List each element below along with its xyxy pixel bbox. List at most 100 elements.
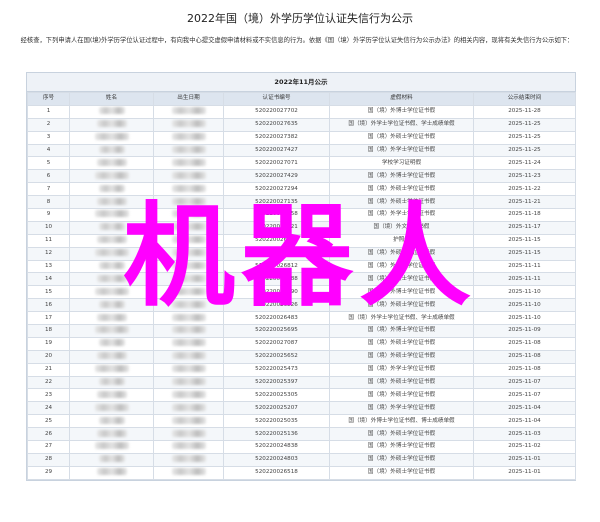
cell-false-material: 国（境）外博士学位证书假、博士成绩单假 [329, 414, 474, 429]
table-row: 3 520220027382 国（境）外硕士学位证书假 2025-11-25 [27, 130, 576, 145]
redacted-value [171, 133, 206, 141]
cell-index: 7 [27, 182, 70, 197]
redacted-value [171, 158, 206, 166]
cell-index: 10 [27, 220, 70, 235]
cell-index: 23 [27, 388, 70, 403]
cell-birth-date-redacted [153, 362, 224, 377]
redacted-value [171, 171, 206, 179]
cell-birth-date-redacted [153, 388, 224, 403]
cell-end-date: 2025-11-07 [473, 388, 576, 403]
cell-name-redacted [69, 362, 154, 377]
cell-index: 19 [27, 336, 70, 351]
cell-end-date: 2025-11-08 [473, 362, 576, 377]
cell-birth-date-redacted [153, 130, 224, 145]
redacted-value [96, 120, 127, 128]
cell-false-material: 国（境）外硕士学位证书假 [329, 349, 474, 364]
cell-name-redacted [69, 375, 154, 390]
cell-name-redacted [69, 156, 154, 171]
cell-cert-number: 520220025397 [223, 375, 330, 390]
cell-birth-date-redacted [153, 117, 224, 132]
cell-false-material: 国（境）外硕士学位证书假 [329, 465, 474, 480]
cell-birth-date-redacted [153, 427, 224, 442]
cell-cert-number: 520220026518 [223, 465, 330, 480]
table-row: 25 520220025035 国（境）外博士学位证书假、博士成绩单假 2025-11… [27, 414, 576, 429]
table-row: 19 520220027087 国（境）外硕士学位证书假 2025-11-08 [27, 336, 576, 351]
cell-name-redacted [69, 427, 154, 442]
cell-end-date: 2025-11-23 [473, 169, 576, 184]
redacted-value [171, 429, 206, 437]
cell-end-date: 2025-11-04 [473, 401, 576, 416]
cell-index: 6 [27, 169, 70, 184]
cell-birth-date-redacted [153, 104, 224, 119]
redacted-value [171, 146, 206, 153]
redacted-value [98, 378, 125, 386]
cell-end-date: 2025-11-04 [473, 414, 576, 429]
cell-name-redacted [69, 130, 154, 145]
watermark-overlay: 机器人 [123, 192, 477, 322]
cell-end-date: 2025-11-25 [473, 130, 576, 145]
cell-end-date: 2025-11-01 [473, 452, 576, 467]
cell-index: 28 [27, 452, 70, 467]
cell-index: 20 [27, 349, 70, 364]
cell-index: 17 [27, 311, 70, 326]
redacted-value [98, 455, 125, 463]
page-title: 2022年国（境）外学历学位认证失信行为公示 [187, 12, 413, 25]
redacted-value [96, 352, 127, 360]
header-index: 序号 [27, 92, 70, 106]
cell-birth-date-redacted [153, 143, 224, 158]
cell-cert-number: 520220027429 [223, 169, 330, 184]
cell-index: 21 [27, 362, 70, 377]
cell-name-redacted [69, 336, 154, 351]
cell-cert-number: 520220027427 [223, 143, 330, 158]
header-birth-date: 出生日期 [153, 92, 224, 106]
redacted-value [98, 339, 125, 347]
table-row: 23 520220025305 国（境）外硕士学位证书假 2025-11-07 [27, 388, 576, 403]
cell-cert-number: 520220025035 [223, 414, 330, 429]
redacted-value [96, 468, 127, 476]
table-header-row: 序号 姓名 出生日期 认证书编号 虚假材料 公示结束时间 [27, 92, 576, 106]
cell-cert-number: 520220025207 [223, 401, 330, 416]
cell-cert-number: 520220027702 [223, 104, 330, 119]
cell-end-date: 2025-11-08 [473, 336, 576, 351]
cell-birth-date-redacted [153, 156, 224, 171]
cell-false-material: 国（境）外硕士学位证书假 [329, 375, 474, 390]
cell-cert-number: 520220025305 [223, 388, 330, 403]
cell-cert-number: 520220025136 [223, 427, 330, 442]
header-cert-number: 认证书编号 [223, 92, 330, 106]
header-name: 姓名 [69, 92, 154, 106]
cell-name-redacted [69, 169, 154, 184]
cell-false-material: 国（境）外学士学位证书假 [329, 401, 474, 416]
cell-birth-date-redacted [153, 414, 224, 429]
redacted-value [98, 146, 125, 153]
cell-index: 9 [27, 208, 70, 222]
redacted-value [171, 339, 206, 347]
cell-false-material: 国（境）外硕士学位证书假 [329, 452, 474, 467]
cell-false-material: 国（境）外学士学位证书假、学士成绩单假 [329, 117, 474, 132]
cell-false-material: 学校学习证明假 [329, 156, 474, 171]
table-row: 4 520220027427 国（境）外学士学位证书假 2025-11-25 [27, 143, 576, 158]
cell-index: 27 [27, 440, 70, 454]
table-caption: 2022年11月公示 [27, 73, 575, 92]
redacted-value [96, 429, 127, 437]
cell-name-redacted [69, 465, 154, 480]
cell-false-material: 国（境）外硕士学位证书假 [329, 388, 474, 403]
header-end-date: 公示结束时间 [473, 92, 576, 106]
cell-birth-date-redacted [153, 465, 224, 480]
redacted-value [94, 171, 129, 179]
redacted-value [171, 403, 206, 411]
redacted-value [171, 455, 206, 463]
cell-index: 29 [27, 465, 70, 480]
cell-cert-number: 520220025473 [223, 362, 330, 377]
table-row: 21 520220025473 国（境）外学士学位证书假 2025-11-08 [27, 362, 576, 377]
cell-end-date: 2025-11-03 [473, 427, 576, 442]
cell-birth-date-redacted [153, 452, 224, 467]
cell-false-material: 国（境）外博士学位证书假 [329, 440, 474, 454]
cell-end-date: 2025-11-25 [473, 117, 576, 132]
cell-name-redacted [69, 388, 154, 403]
cell-index: 24 [27, 401, 70, 416]
redacted-value [96, 390, 127, 398]
cell-index: 1 [27, 104, 70, 119]
table-row: 28 520220024803 国（境）外硕士学位证书假 2025-11-01 [27, 452, 576, 467]
cell-end-date: 2025-11-01 [473, 465, 576, 480]
redacted-value [94, 403, 129, 411]
